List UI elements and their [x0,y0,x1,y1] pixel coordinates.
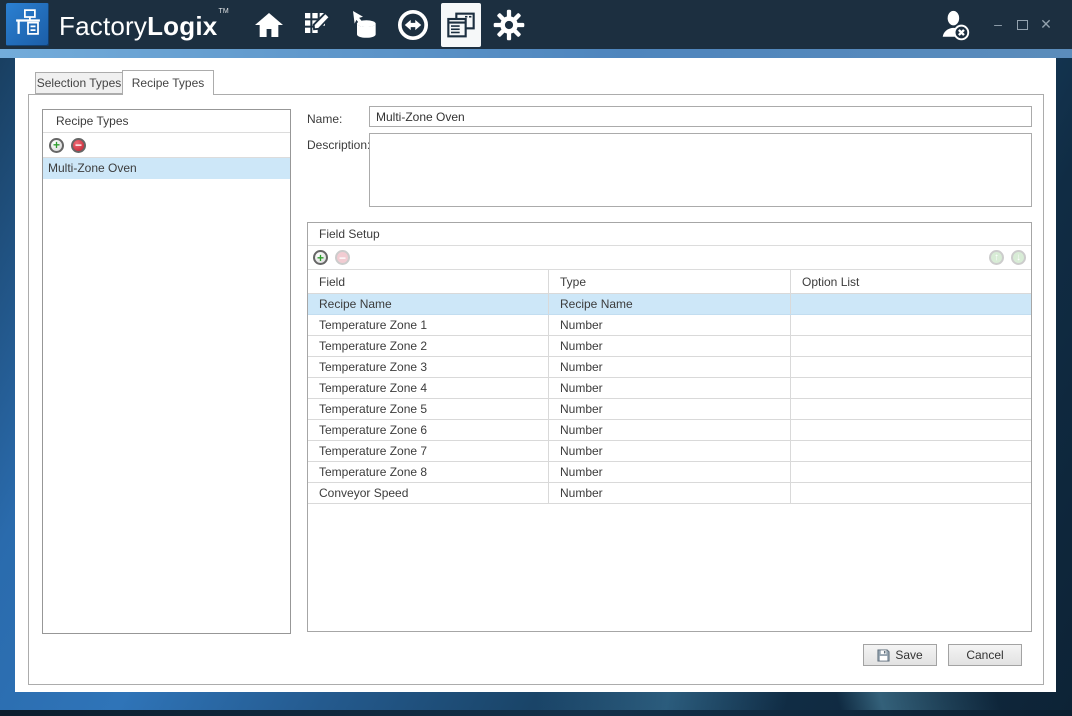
floppy-disk-icon [877,649,890,662]
user-signout-icon[interactable] [940,9,970,41]
cancel-button-label: Cancel [966,648,1003,662]
table-row[interactable]: Temperature Zone 2Number [308,336,1031,357]
table-cell [791,336,1031,356]
table-cell: Temperature Zone 8 [308,462,549,482]
tab-recipe-types[interactable]: Recipe Types [122,70,214,95]
table-row[interactable]: Temperature Zone 3Number [308,357,1031,378]
table-cell [791,462,1031,482]
table-cell: Number [549,420,791,440]
table-cell: Temperature Zone 7 [308,441,549,461]
sync-icon[interactable] [393,3,433,47]
table-cell: Temperature Zone 2 [308,336,549,356]
save-button[interactable]: Save [863,644,937,666]
table-cell: Recipe Name [308,294,549,314]
table-cell [791,441,1031,461]
table-row[interactable]: Temperature Zone 4Number [308,378,1031,399]
description-label: Description: [307,138,370,152]
field-setup-toolbar: + − ↑ ↓ [308,246,1031,270]
app-logo [6,3,49,46]
remove-recipe-type-button[interactable]: − [71,138,86,153]
workstation-desk-icon [13,7,43,42]
save-button-label: Save [895,648,922,662]
table-cell: Number [549,483,791,503]
maximize-button[interactable] [1010,0,1034,50]
table-cell [791,294,1031,314]
recipe-types-panel: Recipe Types + − Multi-Zone Oven [42,109,291,634]
table-row[interactable]: Temperature Zone 6Number [308,420,1031,441]
home-icon[interactable] [249,3,289,47]
client-area: Selection Types Recipe Types Recipe Type… [15,58,1056,692]
documents-icon[interactable] [441,3,481,47]
name-input[interactable] [369,106,1032,127]
table-cell [791,483,1031,503]
table-cell: Recipe Name [549,294,791,314]
close-button[interactable]: ✕ [1034,0,1058,49]
column-header-field[interactable]: Field [308,270,549,293]
name-label: Name: [307,112,342,126]
table-row[interactable]: Temperature Zone 8Number [308,462,1031,483]
table-row[interactable]: Recipe NameRecipe Name [308,294,1031,315]
field-table-body: Recipe NameRecipe NameTemperature Zone 1… [308,294,1031,504]
table-cell [791,420,1031,440]
brand-part2: Logix [147,11,217,41]
list-item[interactable]: Multi-Zone Oven [43,158,290,179]
recipe-types-tabpage: Recipe Types + − Multi-Zone Oven Name: D… [28,94,1044,685]
main-nav [245,0,533,49]
column-header-type[interactable]: Type [549,270,791,293]
table-row[interactable]: Temperature Zone 7Number [308,441,1031,462]
table-cell: Number [549,357,791,377]
cancel-button[interactable]: Cancel [948,644,1022,666]
tab-selection-types[interactable]: Selection Types [35,72,123,94]
table-row[interactable]: Temperature Zone 1Number [308,315,1031,336]
field-table-header: Field Type Option List [308,270,1031,294]
add-field-button[interactable]: + [313,250,328,265]
table-cell [791,378,1031,398]
remove-field-button[interactable]: − [335,250,350,265]
table-cell: Temperature Zone 6 [308,420,549,440]
table-cell [791,399,1031,419]
table-row[interactable]: Temperature Zone 5Number [308,399,1031,420]
accent-strip [0,49,1072,58]
worksheets-edit-icon[interactable] [297,3,337,47]
move-field-up-button[interactable]: ↑ [989,250,1004,265]
table-cell: Number [549,399,791,419]
table-cell: Number [549,441,791,461]
table-cell [791,315,1031,335]
table-cell: Number [549,336,791,356]
titlebar-right: – ✕ [940,0,1058,50]
brand-trademark: TM [218,8,229,15]
move-field-down-button[interactable]: ↓ [1011,250,1026,265]
brand-part1: Factory [59,11,147,41]
settings-gear-icon[interactable] [489,3,529,47]
table-cell: Conveyor Speed [308,483,549,503]
description-input[interactable] [369,133,1032,207]
table-cell: Number [549,315,791,335]
recipe-type-list: Multi-Zone Oven [43,158,290,179]
minimize-button[interactable]: – [986,0,1010,49]
table-cell: Number [549,462,791,482]
table-row[interactable]: Conveyor SpeedNumber [308,483,1031,504]
brand-logotype: FactoryLogixTM [59,8,229,42]
recipe-types-toolbar: + − [43,133,290,158]
table-cell: Temperature Zone 3 [308,357,549,377]
recipe-types-panel-title: Recipe Types [43,110,290,133]
app-window: FactoryLogixTM [0,0,1072,716]
table-cell [791,357,1031,377]
titlebar: FactoryLogixTM [0,0,1072,49]
column-header-option-list[interactable]: Option List [791,270,1031,293]
field-setup-title: Field Setup [308,223,1031,246]
table-cell: Temperature Zone 1 [308,315,549,335]
add-recipe-type-button[interactable]: + [49,138,64,153]
table-cell: Temperature Zone 4 [308,378,549,398]
table-cell: Temperature Zone 5 [308,399,549,419]
field-setup-panel: Field Setup + − ↑ ↓ Field Type Option Li… [307,222,1032,632]
table-cell: Number [549,378,791,398]
maximize-icon [1017,20,1028,30]
data-import-icon[interactable] [345,3,385,47]
